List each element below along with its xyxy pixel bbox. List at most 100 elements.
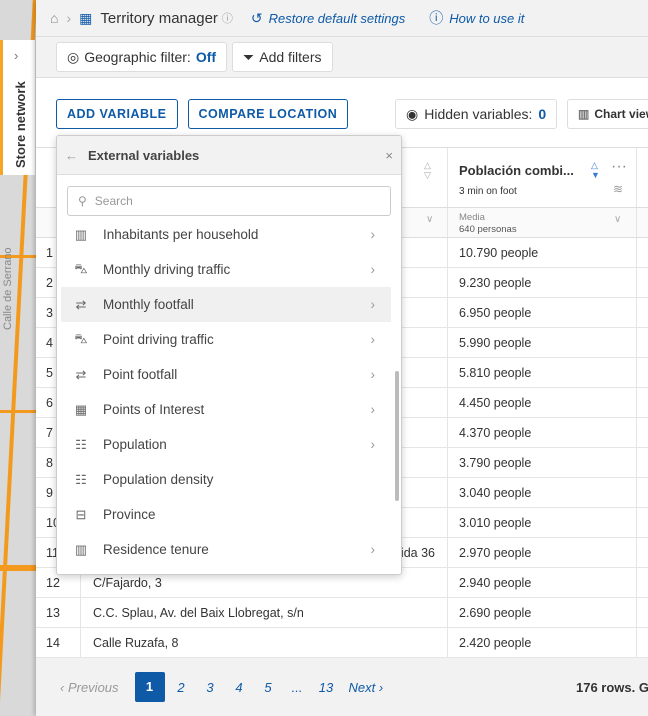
info-icon[interactable]: ⓘ [222, 10, 233, 26]
chart-view-button[interactable]: ▥ Chart view [567, 99, 648, 129]
chevron-down-icon[interactable]: ∨ [426, 214, 433, 225]
variable-item[interactable]: ⇄ Point footfall › [61, 357, 391, 392]
compare-location-button[interactable]: COMPARE LOCATION [187, 99, 349, 129]
chevron-right-icon: › [14, 48, 19, 63]
row-number: 6 [46, 396, 53, 410]
add-filters-label: Add filters [259, 49, 322, 65]
variable-item[interactable]: ▥ Residence tenure › [61, 532, 391, 567]
table-row[interactable]: 14 Calle Ruzafa, 8 2.420 people [36, 628, 648, 658]
row-number: 7 [46, 426, 53, 440]
sort-icon[interactable]: △ ▽ [424, 160, 431, 180]
population-cell: 9.230 people [459, 276, 532, 290]
people-icon: ☷ [75, 436, 87, 452]
car-icon: ⛍ [74, 260, 88, 276]
fingerprint-icon: ◎ [67, 48, 80, 65]
variable-label: Residence tenure [103, 542, 209, 557]
row-count: 176 rows. Go [576, 679, 648, 695]
population-cell: 2.940 people [459, 576, 532, 590]
variable-label: Monthly driving traffic [103, 262, 231, 277]
chart-view-label: Chart view [594, 107, 648, 121]
previous-button[interactable]: ‹ Previous [60, 680, 119, 695]
hidden-variables-button[interactable]: ◉ Hidden variables: 0 [395, 99, 558, 129]
search-input[interactable]: ⚲ Search [67, 186, 391, 216]
pagination: ‹ Previous 1 2 3 4 5... 13 Next › 176 rows. G… [36, 658, 648, 716]
more-icon[interactable]: ··· [611, 158, 627, 176]
address-cell: C.C. Splau, Av. del Baix Llobregat, s/n [80, 598, 447, 627]
add-variable-button[interactable]: ADD VARIABLE [56, 99, 178, 129]
variable-label: Province [103, 507, 156, 522]
store-network-tab[interactable]: › Store network [0, 40, 35, 175]
hidden-variables-count: 0 [538, 106, 547, 122]
arrows-icon: ⇄ [75, 366, 87, 382]
population-cell: 2.690 people [459, 606, 532, 620]
variable-label: Points of Interest [103, 402, 205, 417]
layers-icon[interactable]: ≋ [613, 182, 623, 196]
population-cell: 2.420 people [459, 636, 532, 650]
geo-filter-label: Geographic filter: [84, 49, 191, 65]
home-icon[interactable]: ⌂ [50, 10, 58, 26]
chevron-right-icon: › [370, 402, 376, 417]
row-number: 3 [46, 306, 53, 320]
page-3[interactable]: 3 [196, 680, 225, 695]
variable-item[interactable]: ⇄ Monthly footfall › [61, 287, 391, 322]
page-13[interactable]: 13 [312, 680, 341, 695]
scrollbar[interactable] [395, 371, 399, 501]
row-number: 1 [46, 246, 53, 260]
chevron-right-icon: › [370, 542, 376, 557]
variable-item[interactable]: ▦ Points of Interest › [61, 392, 391, 427]
funnel-icon: ⏷ [243, 48, 255, 65]
chevron-right-icon: › [370, 332, 376, 347]
row-number: 8 [46, 456, 53, 470]
column-header-poblacion[interactable]: Población combi... 3 min on foot △ ▼ ··· … [447, 148, 637, 207]
geo-filter-value: Off [195, 49, 217, 65]
page-2[interactable]: 2 [167, 680, 196, 695]
row-number: 12 [46, 576, 60, 590]
population-cell: 3.790 people [459, 456, 532, 470]
geographic-filter-button[interactable]: ◎ Geographic filter: Off [56, 42, 228, 72]
variable-label: Population density [103, 472, 214, 487]
variable-label: Point driving traffic [103, 332, 214, 347]
add-filters-button[interactable]: ⏷ Add filters [232, 42, 333, 72]
variable-label: Inhabitants per household [103, 227, 259, 242]
variable-item[interactable]: ⛍ Monthly driving traffic › [61, 252, 391, 287]
row-number: 13 [46, 606, 60, 620]
aggregation-value: 640 personas [459, 224, 517, 235]
row-number: 4 [46, 336, 53, 350]
back-arrow-icon[interactable]: ← [65, 148, 78, 163]
variable-label: Point footfall [103, 367, 178, 382]
chevron-right-icon: › [370, 297, 376, 312]
page-5[interactable]: 5 [254, 680, 283, 695]
table-row[interactable]: 13 C.C. Splau, Av. del Baix Llobregat, s/… [36, 598, 648, 628]
row-number: 9 [46, 486, 53, 500]
building-icon: ▥ [74, 541, 88, 557]
variable-item[interactable]: ⛍ Point driving traffic › [61, 322, 391, 357]
main-panel: ⌂ › ▦ Territory manager ⓘ ↺ Restore defa… [36, 0, 648, 716]
dropdown-title: External variables [88, 147, 200, 163]
population-cell: 10.790 people [459, 246, 539, 260]
sort-desc-icon[interactable]: △ ▼ [591, 160, 600, 180]
breadcrumb-chevron-icon: › [66, 10, 72, 26]
variable-label: Population [103, 437, 167, 452]
car-icon: ⛍ [74, 330, 88, 346]
next-button[interactable]: Next › [349, 680, 384, 695]
chevron-down-icon[interactable]: ∨ [614, 214, 621, 225]
search-placeholder: Search [94, 194, 133, 208]
population-cell: 3.010 people [459, 516, 532, 530]
variable-item[interactable]: ▥ Inhabitants per household › [61, 217, 391, 252]
restore-default-link[interactable]: Restore default settings [269, 11, 406, 26]
variable-item[interactable]: ☷ Population › [61, 427, 391, 462]
how-to-use-link[interactable]: How to use it [449, 11, 524, 26]
page-ellipsis: ... [291, 679, 303, 695]
arrows-icon: ⇄ [75, 296, 87, 312]
page-1[interactable]: 1 [134, 672, 165, 702]
variable-item[interactable]: ☷ Population density [61, 462, 391, 497]
page-4[interactable]: 4 [225, 680, 254, 695]
row-number: 2 [46, 276, 53, 290]
variable-item[interactable]: ⊟ Province [61, 497, 391, 532]
eye-icon: ◉ [406, 105, 419, 122]
close-icon[interactable]: × [385, 148, 393, 163]
population-cell: 4.450 people [459, 396, 532, 410]
population-cell: 5.810 people [459, 366, 532, 380]
filter-bar: ◎ Geographic filter: Off ⏷ Add filters [36, 37, 648, 78]
population-cell: 6.950 people [459, 306, 532, 320]
